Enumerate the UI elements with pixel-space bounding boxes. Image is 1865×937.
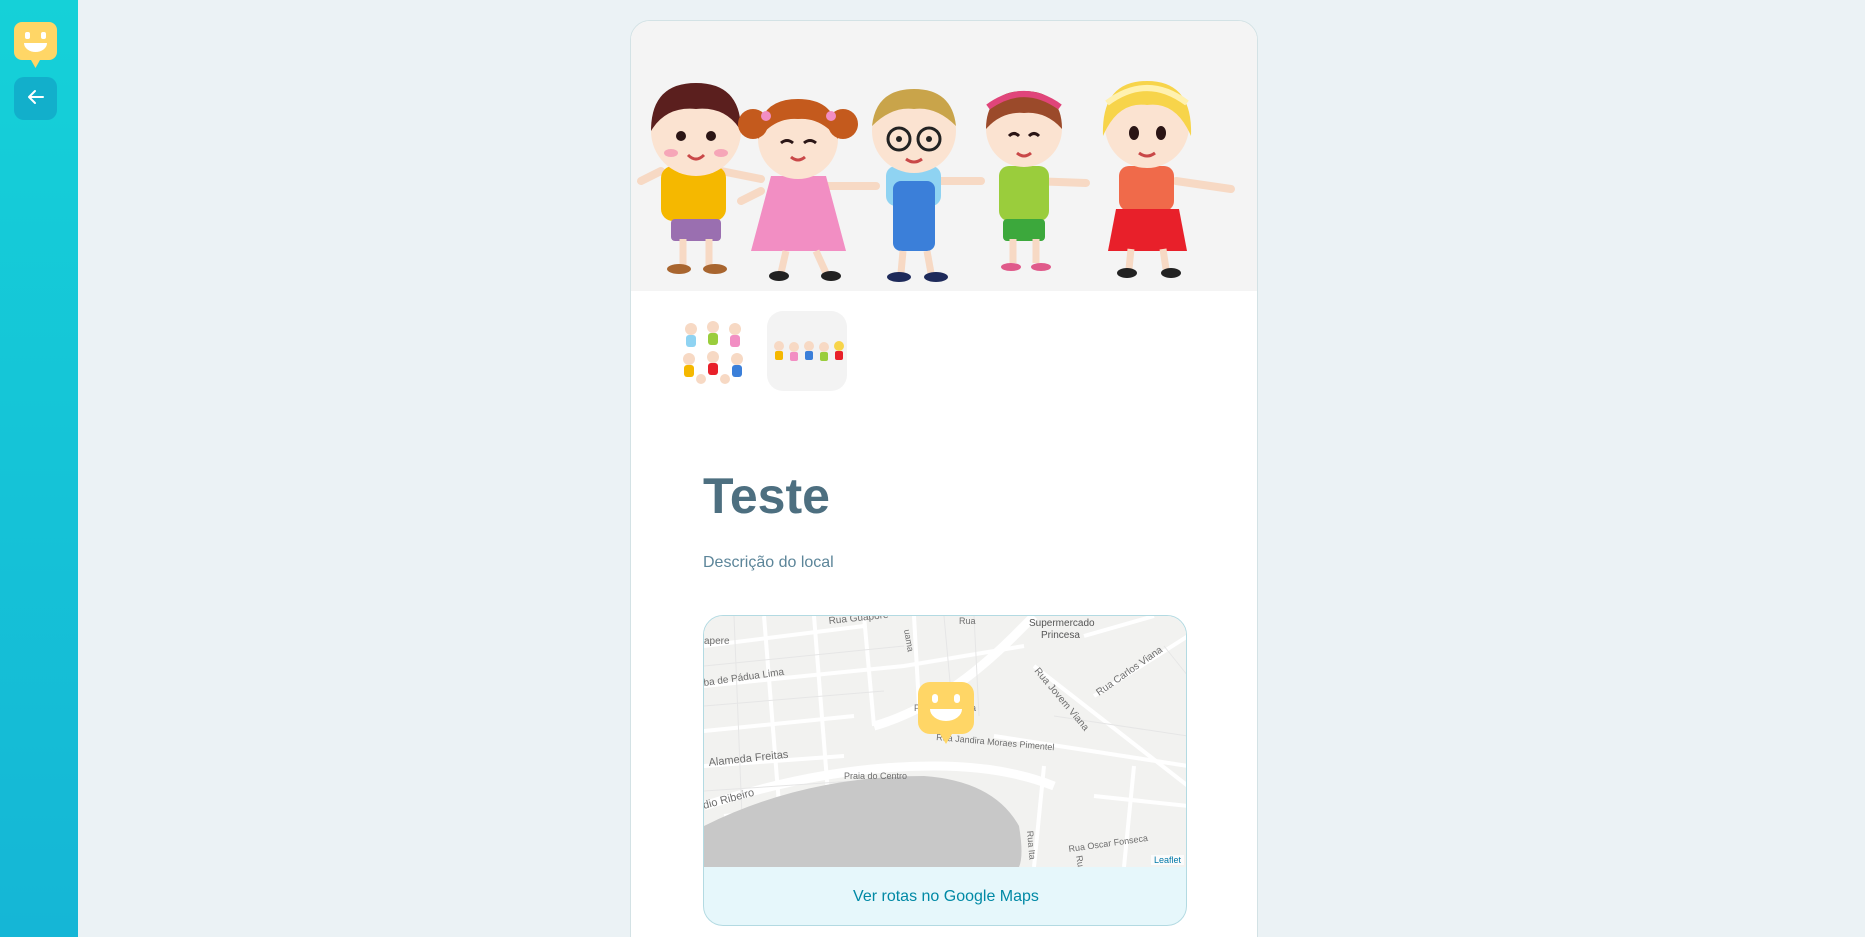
place-description: Descrição do local [703,554,834,571]
thumbnail-image-2[interactable] [767,311,847,391]
svg-text:apere: apere [704,636,730,647]
place-details-card: Teste Descrição do local Rua Guaporé Sup… [630,20,1258,937]
map[interactable]: Rua Guaporé Supermercado Princesa Rua Jo… [704,616,1186,867]
happy-face-chat-icon[interactable] [14,22,57,70]
map-marker-icon[interactable] [918,682,974,744]
back-button[interactable] [14,77,57,120]
svg-text:Ru: Ru [1074,855,1086,867]
map-container: Rua Guaporé Supermercado Princesa Rua Jo… [703,615,1187,926]
svg-text:Princesa: Princesa [1041,630,1080,641]
main-image [631,21,1257,291]
svg-text:Praia do Centro: Praia do Centro [844,771,907,781]
sidebar [0,0,78,937]
svg-text:Supermercado: Supermercado [1029,618,1095,629]
image-thumbnails [671,311,847,391]
place-title: Teste [703,468,830,524]
place-details: Teste Descrição do local [703,471,1187,575]
google-maps-routes-link[interactable]: Ver rotas no Google Maps [704,867,1186,925]
leaflet-attribution-link[interactable]: Leaflet [1150,855,1184,865]
thumbnail-image-1[interactable] [671,311,751,391]
svg-text:Rua: Rua [959,616,976,626]
arrow-left-icon [27,88,45,110]
